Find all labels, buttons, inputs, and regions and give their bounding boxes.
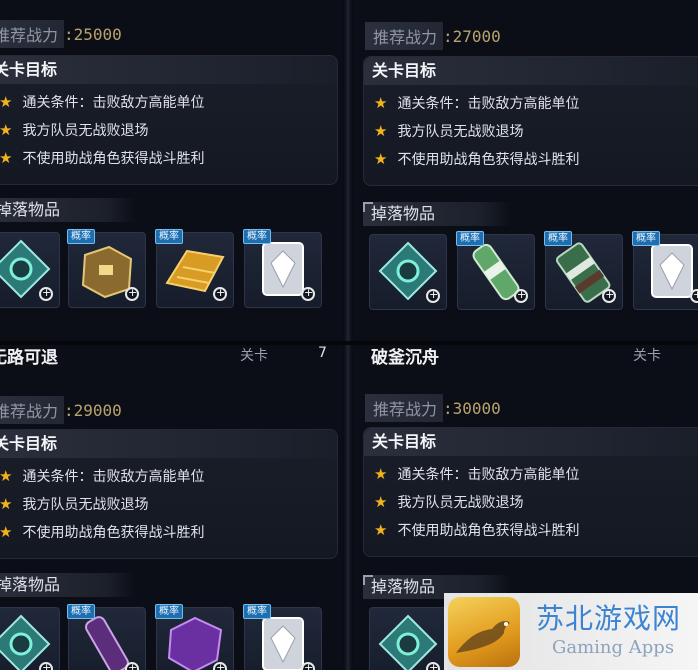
drop-item-purple-cube[interactable]: 概率 xyxy=(155,604,234,670)
recommended-power: 推荐战力 :25000 xyxy=(0,20,122,48)
star-icon: ★ xyxy=(0,495,13,513)
probability-tag: 概率 xyxy=(67,229,95,244)
star-icon: ★ xyxy=(374,521,388,539)
drops-header: 掉落物品 xyxy=(363,202,511,226)
zoom-icon[interactable] xyxy=(213,286,227,301)
recommended-power: 推荐战力 :30000 xyxy=(365,394,501,422)
zoom-icon[interactable] xyxy=(514,288,528,303)
power-label: 推荐战力 xyxy=(0,20,65,48)
objective-2: ★ 我方队员无战败退场 xyxy=(0,121,149,139)
zoom-icon[interactable] xyxy=(39,661,53,670)
objective-2: ★ 我方队员无战败退场 xyxy=(0,495,149,513)
star-icon: ★ xyxy=(374,150,388,168)
stage-panel-2: 推荐战力 :27000 关卡目标 ★ 通关条件：击败敌方高能单位 ★ 我方队员无战败… xyxy=(353,0,698,341)
probability-tag: 概率 xyxy=(456,231,484,246)
stage-name: 破釜沉舟 xyxy=(371,348,439,368)
objectives-title: 关卡目标 xyxy=(0,430,337,458)
zoom-icon[interactable] xyxy=(426,288,440,303)
drop-item-gear-chip[interactable] xyxy=(0,232,60,308)
objective-3: ★ 不使用助战角色获得战斗胜利 xyxy=(374,521,580,539)
drop-item-crystal[interactable]: 概率 xyxy=(243,229,322,308)
objective-2: ★ 我方队员无战败退场 xyxy=(374,122,524,140)
stage-title: 破釜沉舟 xyxy=(371,343,439,373)
objective-2: ★ 我方队员无战败退场 xyxy=(374,493,524,511)
stage-panel-1: 推荐战力 :25000 关卡目标 ★ 通关条件：击败敌方高能单位 ★ 我方队员无战败… xyxy=(0,0,343,341)
probability-tag: 概率 xyxy=(632,231,660,246)
objectives-box: 关卡目标 ★ 通关条件：击败敌方高能单位 ★ 我方队员无战败退场 ★ 不使用助战角色获… xyxy=(0,55,338,185)
drop-item-green-module[interactable]: 概率 xyxy=(544,231,623,310)
probability-tag: 概率 xyxy=(67,604,95,619)
drop-item-gear-chip[interactable] xyxy=(0,607,60,670)
probability-tag: 概率 xyxy=(155,229,183,244)
objectives-box: 关卡目标 ★ 通关条件：击败敌方高能单位 ★ 我方队员无战败退场 ★ 不使用助战角色获… xyxy=(363,427,698,557)
probability-tag: 概率 xyxy=(243,229,271,244)
objective-1: ★ 通关条件：击败敌方高能单位 xyxy=(374,94,580,112)
star-icon: ★ xyxy=(0,467,13,485)
drop-item-gear-chip[interactable] xyxy=(369,607,447,670)
star-icon: ★ xyxy=(374,122,388,140)
panel-divider-horizontal xyxy=(0,341,698,345)
star-icon: ★ xyxy=(374,465,388,483)
stage-name: 无路可退 xyxy=(0,348,58,368)
objectives-title: 关卡目标 xyxy=(364,57,698,85)
drops-header: 掉落物品 xyxy=(0,573,136,597)
zoom-icon[interactable] xyxy=(690,288,698,303)
star-icon: ★ xyxy=(0,121,13,139)
probability-tag: 概率 xyxy=(155,604,183,619)
objective-1: ★ 通关条件：击败敌方高能单位 xyxy=(0,467,205,485)
power-value: :25000 xyxy=(64,24,122,44)
drop-item-crystal[interactable]: 概率 xyxy=(243,604,322,670)
zoom-icon[interactable] xyxy=(125,661,139,670)
objectives-box: 关卡目标 ★ 通关条件：击败敌方高能单位 ★ 我方队员无战败退场 ★ 不使用助战角色获… xyxy=(0,429,338,559)
objectives-title: 关卡目标 xyxy=(0,56,337,84)
watermark-subtitle: Gaming Apps xyxy=(552,637,675,658)
drop-item-green-vial[interactable]: 概率 xyxy=(456,231,535,310)
zoom-icon[interactable] xyxy=(125,286,139,301)
objective-3: ★ 不使用助战角色获得战斗胜利 xyxy=(374,150,580,168)
stage-title: 无路可退 xyxy=(0,343,58,373)
power-value: :27000 xyxy=(443,26,501,46)
star-icon: ★ xyxy=(0,149,13,167)
star-icon: ★ xyxy=(0,93,13,111)
star-icon: ★ xyxy=(374,493,388,511)
zoom-icon[interactable] xyxy=(39,286,53,301)
power-value: :30000 xyxy=(443,398,501,418)
drop-item-gear-chip[interactable] xyxy=(369,234,447,310)
drop-item-crystal[interactable]: 概率 xyxy=(632,231,698,310)
site-watermark: 苏北游戏网 Gaming Apps xyxy=(444,593,698,670)
power-label: 推荐战力 xyxy=(365,394,444,422)
objective-3: ★ 不使用助战角色获得战斗胜利 xyxy=(0,149,205,167)
power-label: 推荐战力 xyxy=(365,22,444,50)
probability-tag: 概率 xyxy=(544,231,572,246)
objectives-box: 关卡目标 ★ 通关条件：击败敌方高能单位 ★ 我方队员无战败退场 ★ 不使用助战角色获… xyxy=(363,56,698,186)
drops-header: 掉落物品 xyxy=(0,198,136,222)
objective-3: ★ 不使用助战角色获得战斗胜利 xyxy=(0,523,205,541)
panel-divider-vertical xyxy=(343,0,353,670)
objective-1: ★ 通关条件：击败敌方高能单位 xyxy=(374,465,580,483)
stage-panel-3: 无路可退 关卡 7 推荐战力 :29000 关卡目标 ★通关条件：击败敌方高能单… xyxy=(0,341,343,670)
stage-number: 7 xyxy=(318,345,327,361)
zoom-icon[interactable] xyxy=(213,661,227,670)
watermark-title: 苏北游戏网 xyxy=(536,602,682,635)
stage-tag: 关卡 xyxy=(633,348,661,364)
drop-item-gold-bars[interactable]: 概率 xyxy=(155,229,234,308)
power-value: :29000 xyxy=(64,400,122,420)
star-icon: ★ xyxy=(0,523,13,541)
recommended-power: 推荐战力 :27000 xyxy=(365,22,501,50)
crystal-card-icon xyxy=(651,244,693,298)
recommended-power: 推荐战力 :29000 xyxy=(0,396,122,424)
bird-logo-icon xyxy=(448,597,520,667)
star-icon: ★ xyxy=(374,94,388,112)
objective-1: ★ 通关条件：击败敌方高能单位 xyxy=(0,93,205,111)
zoom-icon[interactable] xyxy=(301,286,315,301)
drop-item-chest[interactable]: 概率 xyxy=(67,229,146,308)
stage-tag: 关卡 xyxy=(240,348,268,364)
objectives-title: 关卡目标 xyxy=(364,428,698,456)
zoom-icon[interactable] xyxy=(301,661,315,670)
zoom-icon[interactable] xyxy=(602,288,616,303)
probability-tag: 概率 xyxy=(243,604,271,619)
zoom-icon[interactable] xyxy=(426,661,440,670)
drop-item-purple-vial[interactable]: 概率 xyxy=(67,604,146,670)
power-label: 推荐战力 xyxy=(0,396,65,424)
